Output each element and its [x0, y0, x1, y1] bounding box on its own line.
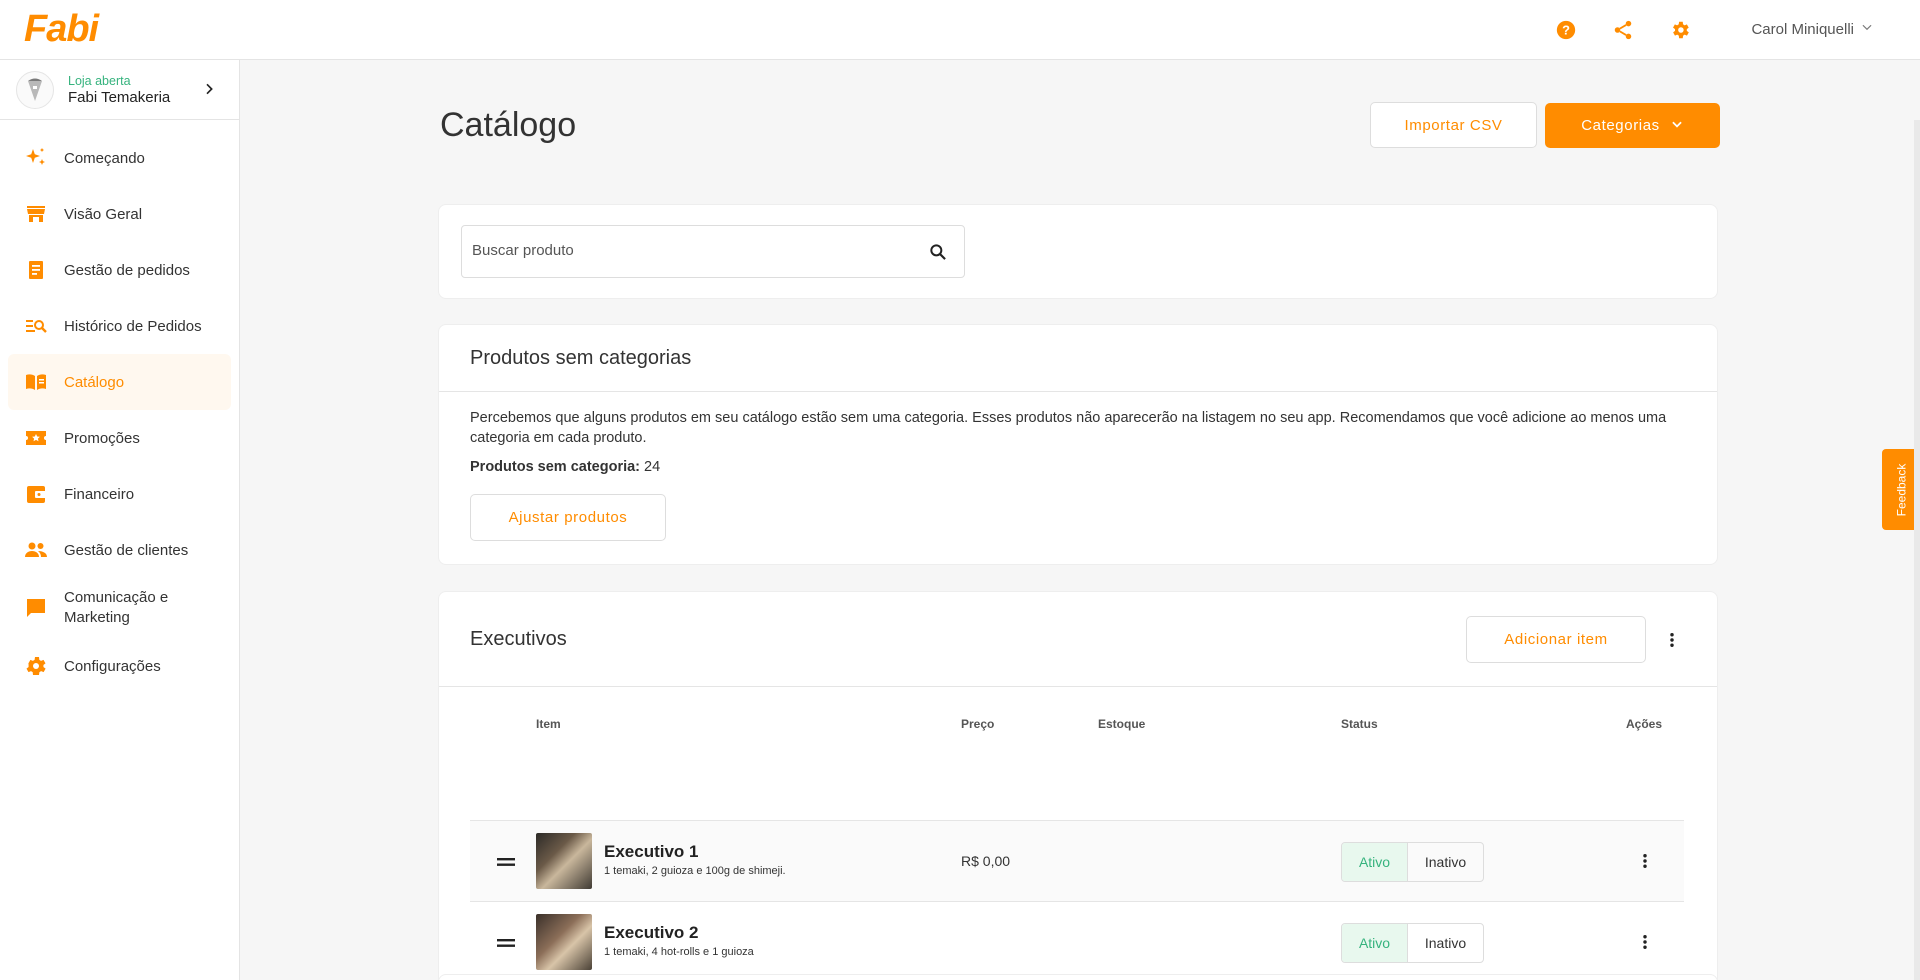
status-inactive-option[interactable]: Inativo	[1408, 924, 1483, 962]
uncategorized-count-value: 24	[644, 459, 661, 475]
settings-gear-icon[interactable]	[1668, 18, 1692, 42]
sidebar-item-label: Começando	[64, 149, 145, 167]
store-selector[interactable]: Loja aberta Fabi Temakeria	[0, 60, 239, 120]
sparkles-icon	[24, 146, 48, 170]
product-thumbnail	[536, 914, 592, 970]
search-icon[interactable]	[928, 242, 948, 267]
main-content: Catálogo Importar CSV Categorias Produto…	[240, 60, 1920, 980]
drag-handle-icon[interactable]	[497, 935, 515, 953]
sidebar-item-comecando[interactable]: Começando	[8, 130, 231, 186]
sidebar-item-comunicacao[interactable]: Comunicação e Marketing	[8, 578, 231, 638]
wallet-icon	[24, 482, 48, 506]
sidebar-item-label: Visão Geral	[64, 205, 143, 223]
sidebar-item-gestao-clientes[interactable]: Gestão de clientes	[8, 522, 231, 578]
store-status: Loja aberta	[68, 73, 131, 88]
help-icon[interactable]: ?	[1554, 18, 1578, 42]
product-description: 1 temaki, 2 guioza e 100g de shimeji.	[604, 865, 786, 877]
column-header-stock: Estoque	[1098, 717, 1146, 731]
uncategorized-count: Produtos sem categoria: 24	[439, 448, 1717, 475]
top-bar: Fabi ? Carol Miniquelli	[0, 0, 1920, 60]
user-menu[interactable]: Carol Miniquelli	[1751, 20, 1874, 38]
status-inactive-option[interactable]: Inativo	[1408, 843, 1483, 881]
store-avatar	[16, 70, 54, 109]
product-name: Executivo 1	[604, 842, 699, 861]
search-card	[438, 204, 1718, 299]
ticket-icon	[24, 426, 48, 450]
table-row[interactable]: Executivo 1 1 temaki, 2 guioza e 100g de…	[470, 820, 1684, 901]
sidebar-item-financeiro[interactable]: Financeiro	[8, 466, 231, 522]
sidebar-item-label: Catálogo	[64, 373, 125, 391]
status-active-option[interactable]: Ativo	[1342, 843, 1408, 881]
product-thumbnail	[536, 833, 592, 889]
chat-icon	[24, 596, 48, 620]
sidebar-item-label: Gestão de pedidos	[64, 261, 190, 279]
table-row[interactable]: Executivo 2 1 temaki, 4 hot-rolls e 1 gu…	[470, 901, 1684, 980]
scrollbar[interactable]	[1914, 120, 1920, 980]
row-actions-icon[interactable]	[1636, 850, 1654, 877]
share-icon[interactable]	[1611, 18, 1635, 42]
uncategorized-title: Produtos sem categorias	[439, 325, 1717, 392]
import-csv-button[interactable]: Importar CSV	[1370, 102, 1537, 148]
next-category-card	[438, 974, 1718, 980]
sidebar: Loja aberta Fabi Temakeria Começando Vis…	[0, 60, 240, 980]
chevron-down-icon	[1670, 117, 1684, 135]
uncategorized-notice: Percebemos que alguns produtos em seu ca…	[470, 410, 1667, 446]
sidebar-item-label: Promoções	[64, 429, 140, 447]
chevron-right-icon	[201, 81, 217, 102]
sidebar-item-label: Comunicação e Marketing	[64, 589, 169, 626]
row-actions-icon[interactable]	[1636, 931, 1654, 958]
adjust-products-button[interactable]: Ajustar produtos	[470, 494, 666, 541]
uncategorized-count-label: Produtos sem categoria:	[470, 459, 641, 475]
drag-handle-icon[interactable]	[497, 854, 515, 872]
chevron-down-icon	[1860, 20, 1874, 38]
app-logo[interactable]: Fabi	[24, 8, 99, 51]
search-list-icon	[24, 314, 48, 338]
receipt-icon	[24, 258, 48, 282]
sidebar-item-gestao-pedidos[interactable]: Gestão de pedidos	[8, 242, 231, 298]
add-item-button[interactable]: Adicionar item	[1466, 616, 1646, 663]
feedback-label: Feedback	[1894, 463, 1909, 516]
table-header: Item Preço Estoque Status Ações	[470, 717, 1684, 737]
store-name: Fabi Temakeria	[68, 88, 171, 106]
sidebar-item-visao-geral[interactable]: Visão Geral	[8, 186, 231, 242]
store-icon	[24, 202, 48, 226]
product-price: R$ 0,00	[961, 853, 1011, 869]
column-header-status: Status	[1341, 717, 1378, 731]
sidebar-item-label: Histórico de Pedidos	[64, 317, 202, 335]
gear-icon	[24, 654, 48, 678]
product-name: Executivo 2	[604, 923, 699, 942]
uncategorized-products-card: Produtos sem categorias Percebemos que a…	[438, 324, 1718, 565]
search-input[interactable]	[472, 242, 912, 259]
status-toggle: Ativo Inativo	[1341, 842, 1484, 882]
product-description: 1 temaki, 4 hot-rolls e 1 guioza	[604, 946, 754, 958]
search-field	[461, 225, 965, 278]
column-header-price: Preço	[961, 717, 995, 731]
sidebar-item-configuracoes[interactable]: Configurações	[8, 638, 231, 694]
sidebar-item-historico[interactable]: Histórico de Pedidos	[8, 298, 231, 354]
menu-book-icon	[24, 370, 48, 394]
people-icon	[24, 538, 48, 562]
status-active-option[interactable]: Ativo	[1342, 924, 1408, 962]
page-title: Catálogo	[440, 106, 577, 144]
categories-dropdown-button[interactable]: Categorias	[1545, 103, 1720, 148]
sidebar-item-promocoes[interactable]: Promoções	[8, 410, 231, 466]
svg-text:?: ?	[1562, 23, 1570, 38]
sidebar-item-catalogo[interactable]: Catálogo	[8, 354, 231, 410]
column-header-item: Item	[536, 717, 561, 731]
sidebar-item-label: Gestão de clientes	[64, 541, 189, 559]
column-header-actions: Ações	[1626, 717, 1663, 731]
categories-button-label: Categorias	[1581, 117, 1660, 134]
sidebar-item-label: Financeiro	[64, 485, 135, 503]
category-card: Executivos Adicionar item Item Preço Est…	[438, 591, 1718, 980]
sidebar-item-label: Configurações	[64, 657, 161, 675]
user-name: Carol Miniquelli	[1751, 20, 1854, 38]
category-more-icon[interactable]	[1663, 630, 1681, 655]
status-toggle: Ativo Inativo	[1341, 923, 1484, 963]
sidebar-nav: Começando Visão Geral Gestão de pedidos …	[0, 120, 239, 694]
